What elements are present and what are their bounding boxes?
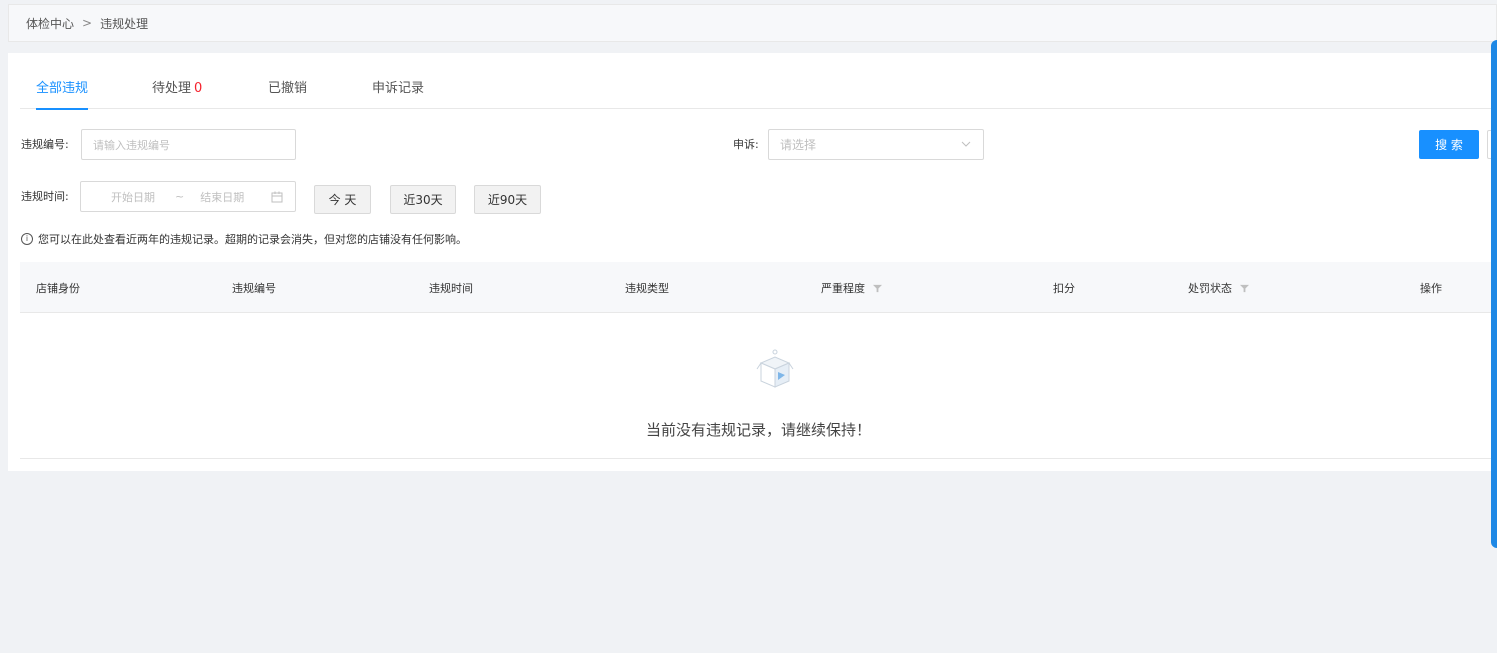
breadcrumb-root[interactable]: 体检中心 [26, 15, 74, 32]
column-violation-no: 违规编号 [232, 282, 276, 295]
date-range-separator: ~ [175, 190, 185, 203]
filter-icon[interactable] [1240, 284, 1249, 293]
violation-no-input[interactable]: 请输入违规编号 [81, 129, 296, 160]
violation-time-label: 违规时间: [21, 190, 69, 203]
empty-box-icon [756, 349, 794, 388]
pending-count: 0 [194, 81, 203, 96]
chevron-down-icon [961, 141, 971, 147]
info-icon: i [21, 233, 33, 245]
tab-bar: 全部违规 待处理 0 已撤销 申诉记录 [20, 53, 1497, 110]
tab-all-violations[interactable]: 全部违规 [36, 77, 89, 110]
column-actions: 操作 [1420, 282, 1442, 295]
tab-pending[interactable]: 待处理 0 [152, 77, 202, 109]
violation-no-label: 违规编号: [21, 138, 69, 151]
end-date-input[interactable]: 结束日期 [200, 189, 244, 205]
tab-appeal-records[interactable]: 申诉记录 [372, 77, 424, 109]
notice-text: 您可以在此处查看近两年的违规记录。超期的记录会消失，但对您的店铺没有任何影响。 [38, 233, 467, 246]
today-button[interactable]: 今 天 [314, 185, 371, 214]
breadcrumb-separator: > [82, 16, 93, 30]
search-button[interactable]: 搜 索 [1419, 130, 1479, 159]
empty-message: 当前没有违规记录，请继续保持！ [645, 421, 871, 439]
column-penalty-status: 处罚状态 [1188, 280, 1249, 296]
date-range-picker[interactable]: 开始日期 ~ 结束日期 [80, 181, 296, 212]
main-panel: 全部违规 待处理 0 已撤销 申诉记录 违规编号: 请输入违规编号 申诉: 请选择… [8, 53, 1497, 471]
last-30-days-button[interactable]: 近30天 [390, 185, 456, 214]
appeal-label: 申诉: [733, 138, 759, 151]
column-violation-time: 违规时间 [429, 282, 473, 295]
side-drawer-handle[interactable] [1491, 40, 1497, 548]
appeal-select[interactable]: 请选择 [768, 129, 984, 160]
filter-icon[interactable] [873, 284, 882, 293]
start-date-input[interactable]: 开始日期 [111, 189, 155, 205]
tab-revoked[interactable]: 已撤销 [268, 77, 307, 109]
empty-state: 当前没有违规记录，请继续保持！ [20, 313, 1497, 459]
breadcrumb: 体检中心 > 违规处理 [8, 4, 1497, 42]
table-header: 店铺身份 违规编号 违规时间 违规类型 严重程度 扣分 处罚状态 操作 [20, 262, 1497, 313]
column-severity: 严重程度 [821, 280, 882, 296]
column-store-identity: 店铺身份 [36, 282, 80, 295]
calendar-icon [271, 191, 283, 203]
notice: i 您可以在此处查看近两年的违规记录。超期的记录会消失，但对您的店铺没有任何影响… [21, 231, 467, 247]
last-90-days-button[interactable]: 近90天 [474, 185, 541, 214]
column-violation-type: 违规类型 [625, 282, 669, 295]
column-deduction: 扣分 [1053, 282, 1075, 295]
breadcrumb-current: 违规处理 [100, 16, 149, 31]
